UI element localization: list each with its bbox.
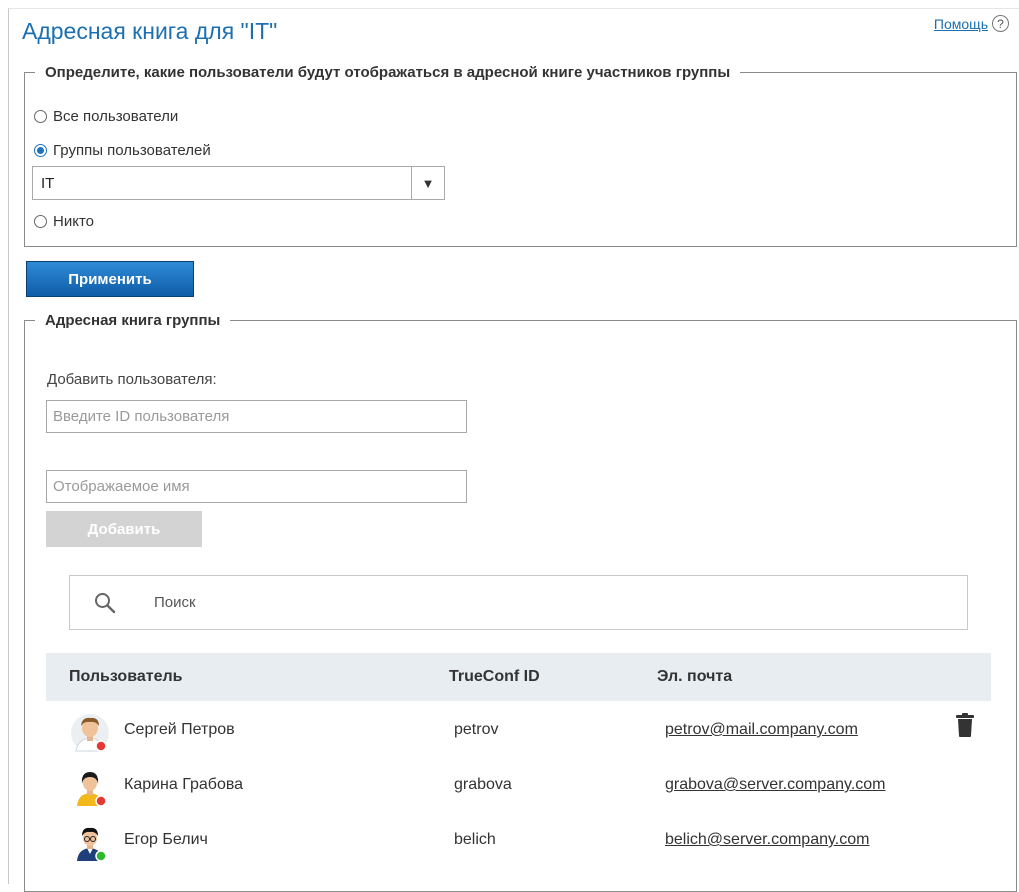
avatar (71, 714, 109, 752)
status-indicator (95, 850, 107, 862)
user-name: Сергей Петров (124, 721, 235, 738)
radio-nobody-label: Никто (53, 213, 94, 230)
add-user-label: Добавить пользователя: (47, 371, 217, 388)
user-id: grabova (454, 776, 512, 793)
help-link-group[interactable]: Помощь ? (934, 15, 1009, 32)
user-name: Карина Грабова (124, 776, 244, 793)
triangle-down-icon[interactable]: ▼ (411, 167, 444, 199)
question-circle-icon[interactable]: ? (992, 15, 1009, 32)
radio-all-users[interactable]: Все пользователи (34, 108, 178, 125)
search-icon (94, 592, 134, 614)
column-header-user[interactable]: Пользователь (69, 668, 182, 686)
user-id-input[interactable] (46, 400, 467, 433)
help-link[interactable]: Помощь (934, 16, 988, 32)
user-name: Егор Белич (124, 831, 208, 848)
search-box[interactable] (69, 575, 968, 630)
display-name-input[interactable] (46, 470, 467, 503)
column-header-email[interactable]: Эл. почта (657, 668, 732, 686)
group-select[interactable]: IT ▼ (32, 166, 445, 200)
visibility-legend: Определите, какие пользователи будут ото… (45, 64, 731, 81)
radio-all-users-button[interactable] (34, 110, 47, 123)
status-indicator (95, 740, 107, 752)
user-email-link[interactable]: belich@server.company.com (665, 831, 869, 849)
trash-icon[interactable] (956, 713, 974, 737)
avatar (77, 772, 107, 807)
table-header: Пользователь TrueConf ID Эл. почта (46, 653, 991, 701)
table-row[interactable]: Егор Белич belich belich@server.company.… (46, 813, 991, 868)
radio-user-groups-button[interactable] (34, 144, 47, 157)
search-input[interactable] (152, 593, 756, 612)
radio-user-groups[interactable]: Группы пользователей (34, 142, 211, 159)
radio-user-groups-label: Группы пользователей (53, 142, 211, 159)
group-select-value: IT (41, 174, 55, 192)
table-row[interactable]: Сергей Петров petrov petrov@mail.company… (46, 703, 991, 758)
status-indicator (95, 795, 107, 807)
add-button[interactable]: Добавить (46, 511, 202, 547)
user-id: petrov (454, 721, 499, 738)
column-header-trueconf-id[interactable]: TrueConf ID (449, 668, 540, 686)
radio-all-users-label: Все пользователи (53, 108, 179, 125)
avatar (77, 827, 107, 862)
radio-nobody[interactable]: Никто (34, 213, 94, 230)
user-email-link[interactable]: grabova@server.company.com (665, 776, 885, 794)
apply-button[interactable]: Применить (26, 261, 194, 297)
address-book-legend: Адресная книга группы (45, 312, 221, 329)
radio-nobody-button[interactable] (34, 215, 47, 228)
page-title: Адресная книга для "IT" (22, 18, 278, 44)
table-row[interactable]: Карина Грабова grabova grabova@server.co… (46, 758, 991, 813)
user-email-link[interactable]: petrov@mail.company.com (665, 721, 858, 739)
user-id: belich (454, 831, 496, 848)
